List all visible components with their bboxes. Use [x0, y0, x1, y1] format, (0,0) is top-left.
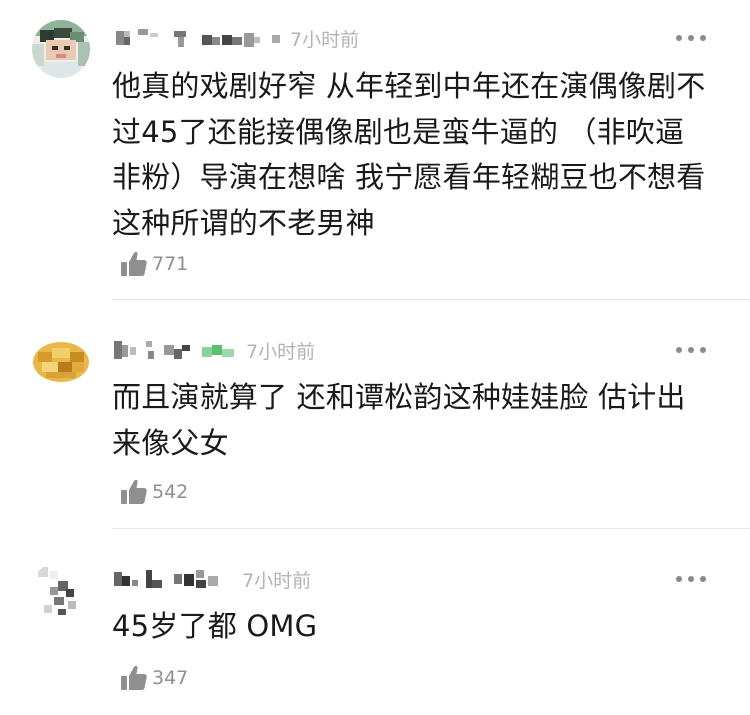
comment-header: 7小时前 [112, 565, 311, 593]
comment-header: 7小时前 [112, 24, 359, 52]
avatar[interactable] [32, 561, 90, 619]
more-dots-icon[interactable] [676, 24, 706, 52]
comment-item: 7小时前 45岁了都 OMG 347 [0, 529, 750, 715]
like-button[interactable]: 771 [120, 247, 188, 281]
more-dots-icon[interactable] [676, 336, 706, 364]
avatar[interactable] [32, 332, 90, 390]
username-pixelated[interactable] [112, 337, 240, 363]
comment-item: 7小时前 而且演就算了 还和谭松韵这种娃娃脸 估计出来像父女 542 [0, 300, 750, 529]
comment-list: 7小时前 他真的戏剧好窄 从年轻到中年还在演偶像剧不过45了还能接偶像剧也是蛮牛… [0, 0, 750, 715]
comment-item: 7小时前 他真的戏剧好窄 从年轻到中年还在演偶像剧不过45了还能接偶像剧也是蛮牛… [0, 0, 750, 300]
thumbs-up-icon [121, 665, 147, 690]
like-count: 347 [152, 667, 189, 689]
comment-text: 他真的戏剧好窄 从年轻到中年还在演偶像剧不过45了还能接偶像剧也是蛮牛逼的 （非… [112, 69, 706, 240]
like-count: 542 [152, 481, 189, 503]
like-button[interactable]: 347 [120, 661, 188, 695]
username-pixelated[interactable] [112, 25, 284, 51]
more-dots-icon[interactable] [676, 565, 706, 593]
comment-time: 7小时前 [246, 340, 316, 363]
comment-text: 而且演就算了 还和谭松韵这种娃娃脸 估计出来像父女 [112, 380, 686, 460]
comment-time: 7小时前 [290, 28, 360, 51]
thumbs-up-icon [121, 479, 147, 504]
like-count: 771 [152, 253, 189, 275]
comment-time: 7小时前 [242, 569, 312, 592]
comment-text: 45岁了都 OMG [112, 609, 318, 643]
like-button[interactable]: 542 [120, 475, 188, 509]
avatar[interactable] [32, 20, 90, 78]
comment-header: 7小时前 [112, 336, 315, 364]
thumbs-up-icon [121, 251, 147, 276]
username-pixelated[interactable] [112, 566, 236, 592]
